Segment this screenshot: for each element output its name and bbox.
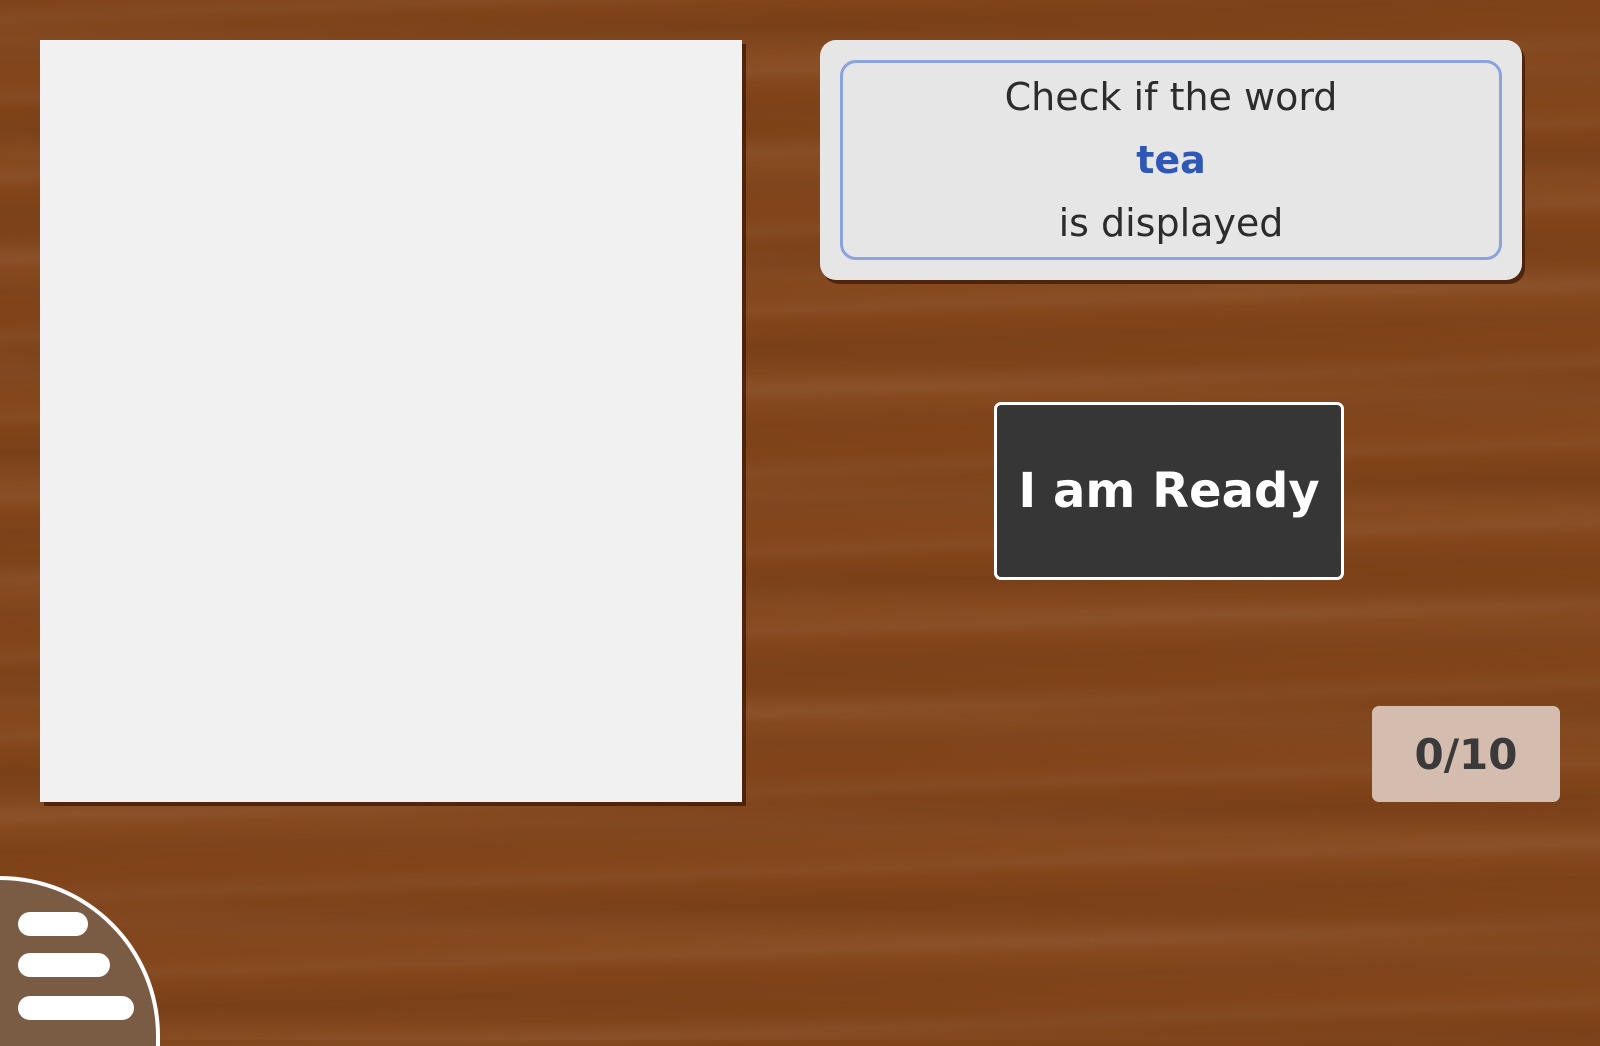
word-display-panel bbox=[40, 40, 742, 802]
ready-button-label: I am Ready bbox=[1018, 463, 1320, 519]
instruction-line-2: is displayed bbox=[1058, 200, 1284, 245]
menu-bar-top bbox=[18, 912, 88, 936]
instruction-frame: Check if the word tea is displayed bbox=[840, 60, 1502, 260]
score-badge: 0/10 bbox=[1372, 706, 1560, 802]
score-text: 0/10 bbox=[1414, 729, 1518, 779]
ready-button[interactable]: I am Ready bbox=[994, 402, 1344, 580]
instruction-card: Check if the word tea is displayed bbox=[820, 40, 1522, 280]
target-word: tea bbox=[1136, 137, 1206, 182]
menu-bar-middle bbox=[18, 953, 110, 977]
menu-button[interactable] bbox=[0, 876, 160, 1046]
instruction-line-1: Check if the word bbox=[1004, 74, 1338, 119]
menu-bar-bottom bbox=[18, 996, 134, 1020]
